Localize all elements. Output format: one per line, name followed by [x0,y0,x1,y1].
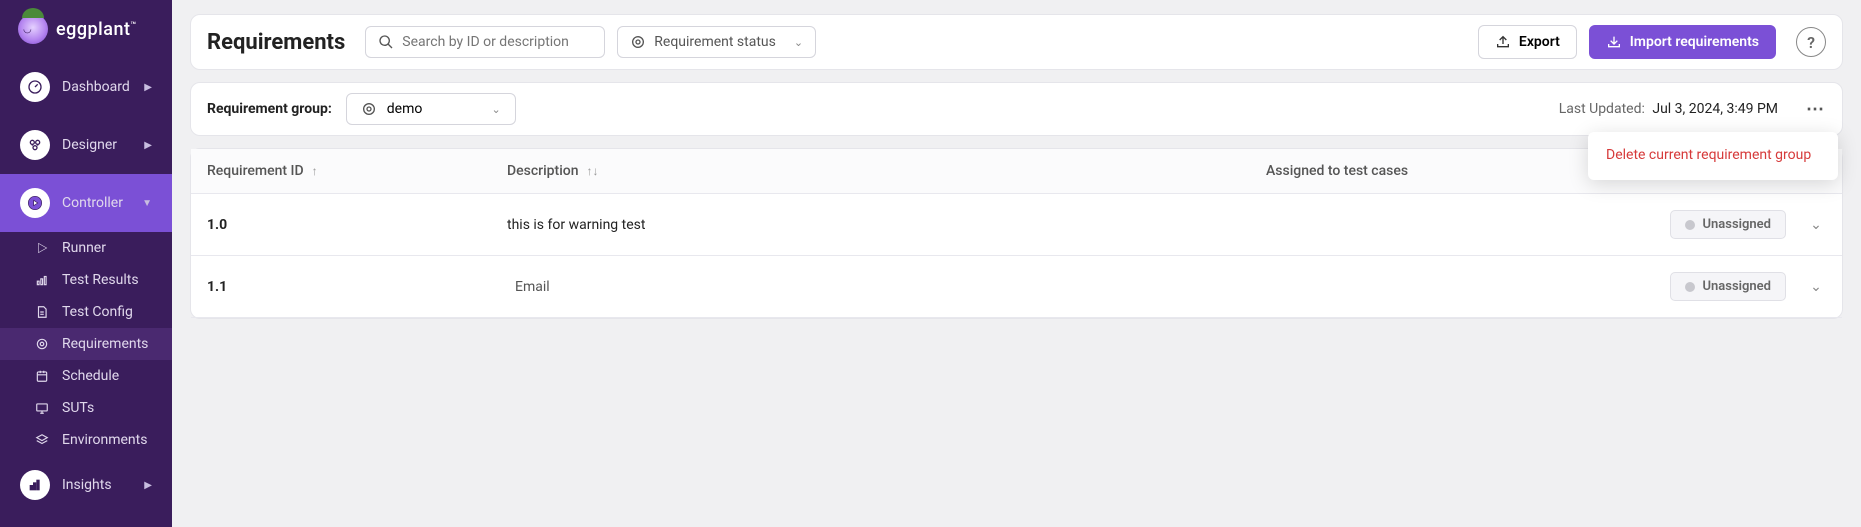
chart-icon [34,272,50,288]
brand-name: eggplant™ [56,19,137,40]
nav-controller[interactable]: Controller ▼ [0,174,172,232]
designer-icon [20,130,50,160]
search-input[interactable] [402,34,592,50]
search-icon [378,34,394,50]
insights-icon [20,470,50,500]
nav-environments[interactable]: Environments [0,424,172,456]
group-panel: Requirement group: demo ⌄ Last Updated: … [190,82,1843,136]
chevron-down-icon: ⌄ [794,36,803,49]
nav-label: Environments [62,432,147,448]
page-title: Requirements [207,30,345,55]
nav-label: Test Config [62,304,133,320]
table-row[interactable]: 1.0 this is for warning test Unassigned … [191,194,1842,256]
nav-suts[interactable]: SUTs [0,392,172,424]
group-selected: demo [387,101,423,117]
search-input-wrap[interactable] [365,26,605,58]
status-filter-label: Requirement status [654,34,776,50]
monitor-icon [34,400,50,416]
last-updated-label: Last Updated: [1559,101,1645,117]
nav-requirements[interactable]: Requirements [0,328,172,360]
status-dot-icon [1685,220,1695,230]
nav-schedule[interactable]: Schedule [0,360,172,392]
target-icon [34,336,50,352]
chevron-down-icon: ▼ [142,198,152,209]
nav-dashboard[interactable]: Dashboard ▶ [0,58,172,116]
help-button[interactable]: ? [1796,27,1826,57]
sort-asc-icon: ↑ [312,164,318,178]
play-icon [34,240,50,256]
column-header-desc[interactable]: Description ↑↓ [507,163,1266,179]
chevron-right-icon: ▶ [144,82,152,93]
nav-test-config[interactable]: Test Config [0,296,172,328]
file-icon [34,304,50,320]
nav-insights[interactable]: Insights ▶ [0,456,172,514]
more-menu-button[interactable]: ⋯ [1806,99,1826,120]
column-header-assigned[interactable]: Assigned to test cases [1266,163,1606,179]
status-chip[interactable]: Unassigned [1670,210,1787,239]
chevron-right-icon: ▶ [144,140,152,151]
status-text: Unassigned [1703,217,1772,232]
nav-label: Controller [62,195,123,211]
upload-icon [1495,34,1511,50]
target-icon [630,34,646,50]
nav-label: SUTs [62,400,94,416]
delete-group-item[interactable]: Delete current requirement group [1606,146,1820,166]
dashboard-icon [20,72,50,102]
main-content: Requirements Requirement status ⌄ Export… [172,0,1861,527]
chevron-right-icon: ▶ [144,480,152,491]
brand-logo[interactable]: ◡ eggplant™ [0,0,172,58]
nav-runner[interactable]: Runner [0,232,172,264]
nav-label: Insights [62,477,112,493]
eggplant-icon: ◡ [18,14,48,44]
req-id: 1.1 [207,279,227,295]
nav-label: Schedule [62,368,119,384]
more-menu-dropdown: Delete current requirement group [1588,132,1838,180]
column-header-id[interactable]: Requirement ID ↑ [207,163,507,179]
header-panel: Requirements Requirement status ⌄ Export… [190,14,1843,70]
import-label: Import requirements [1630,34,1759,50]
table-row[interactable]: 1.1 Email Unassigned ⌄ [191,256,1842,318]
export-button[interactable]: Export [1478,25,1577,59]
req-desc: Email [515,279,550,295]
sort-icon: ↑↓ [587,164,599,178]
nav-label: Runner [62,240,106,256]
status-chip[interactable]: Unassigned [1670,272,1787,301]
download-icon [1606,34,1622,50]
nav-label: Designer [62,137,117,153]
nav-label: Dashboard [62,79,130,95]
nav-designer[interactable]: Designer ▶ [0,116,172,174]
export-label: Export [1519,34,1560,50]
status-text: Unassigned [1703,279,1772,294]
group-label: Requirement group: [207,101,332,117]
req-desc: this is for warning test [507,217,645,233]
target-icon [361,101,377,117]
layers-icon [34,432,50,448]
group-select[interactable]: demo ⌄ [346,93,516,125]
import-button[interactable]: Import requirements [1589,25,1776,59]
status-dot-icon [1685,282,1695,292]
req-id: 1.0 [207,217,227,233]
last-updated-value: Jul 3, 2024, 3:49 PM [1652,101,1778,117]
sidebar: ◡ eggplant™ Dashboard ▶ Designer ▶ Contr… [0,0,172,527]
status-filter[interactable]: Requirement status ⌄ [617,26,816,58]
chevron-down-icon: ⌄ [492,103,501,116]
calendar-icon [34,368,50,384]
controller-icon [20,188,50,218]
last-updated: Last Updated: Jul 3, 2024, 3:49 PM [1559,101,1778,117]
nav-label: Test Results [62,272,139,288]
expand-row-button[interactable]: ⌄ [1806,279,1826,295]
expand-row-button[interactable]: ⌄ [1806,217,1826,233]
nav-label: Requirements [62,336,148,352]
nav-test-results[interactable]: Test Results [0,264,172,296]
